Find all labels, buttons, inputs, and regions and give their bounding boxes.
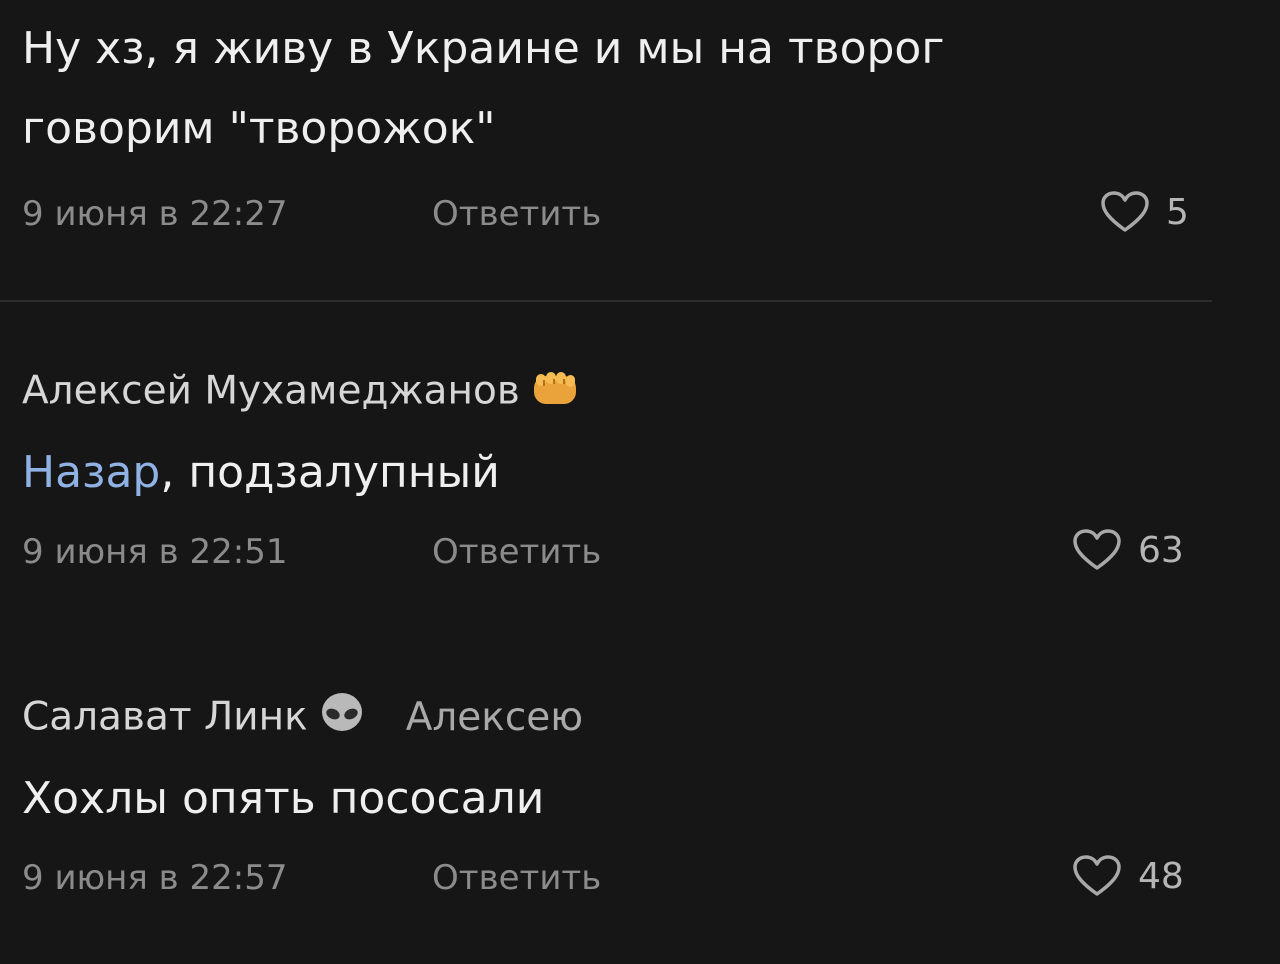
comment-text: Хохлы опять пососали	[22, 773, 545, 824]
alien-icon	[318, 690, 366, 748]
like-button[interactable]: 48	[1072, 854, 1184, 898]
comment-author-row: Салават Линк Алексею	[22, 690, 583, 748]
comment-date: 9 июня в 22:27	[22, 194, 288, 234]
like-count: 5	[1166, 191, 1189, 233]
author-name[interactable]: Алексей Мухамеджанов	[22, 369, 520, 414]
reply-button[interactable]: Ответить	[432, 858, 601, 898]
comments-thread: Ну хз, я живу в Украине и мы на творог г…	[0, 0, 1280, 964]
comment-body: , подзалупный	[160, 447, 500, 498]
heart-icon	[1073, 529, 1121, 570]
comment-author-row: Алексей Мухамеджанов	[22, 366, 582, 420]
like-button[interactable]: 5	[1100, 190, 1189, 234]
reply-button[interactable]: Ответить	[432, 532, 601, 572]
fist-bump-icon	[530, 366, 582, 420]
like-count: 63	[1138, 529, 1184, 571]
heart-icon	[1101, 191, 1149, 232]
comment-text-line-2: говорим "творожок"	[22, 103, 496, 154]
author-name[interactable]: Салават Линк	[22, 695, 308, 740]
like-count: 48	[1138, 855, 1184, 897]
divider	[0, 300, 1212, 302]
comment-date: 9 июня в 22:51	[22, 532, 288, 572]
comment-date: 9 июня в 22:57	[22, 858, 288, 898]
heart-icon	[1073, 855, 1121, 896]
mention-link[interactable]: Назар	[22, 447, 160, 498]
reply-button[interactable]: Ответить	[432, 194, 601, 234]
like-button[interactable]: 63	[1072, 528, 1184, 572]
comment-text: Назар, подзалупный	[22, 440, 500, 506]
reply-to-name[interactable]: Алексею	[406, 695, 583, 740]
comment-text-line-1: Ну хз, я живу в Украине и мы на творог	[22, 23, 945, 74]
